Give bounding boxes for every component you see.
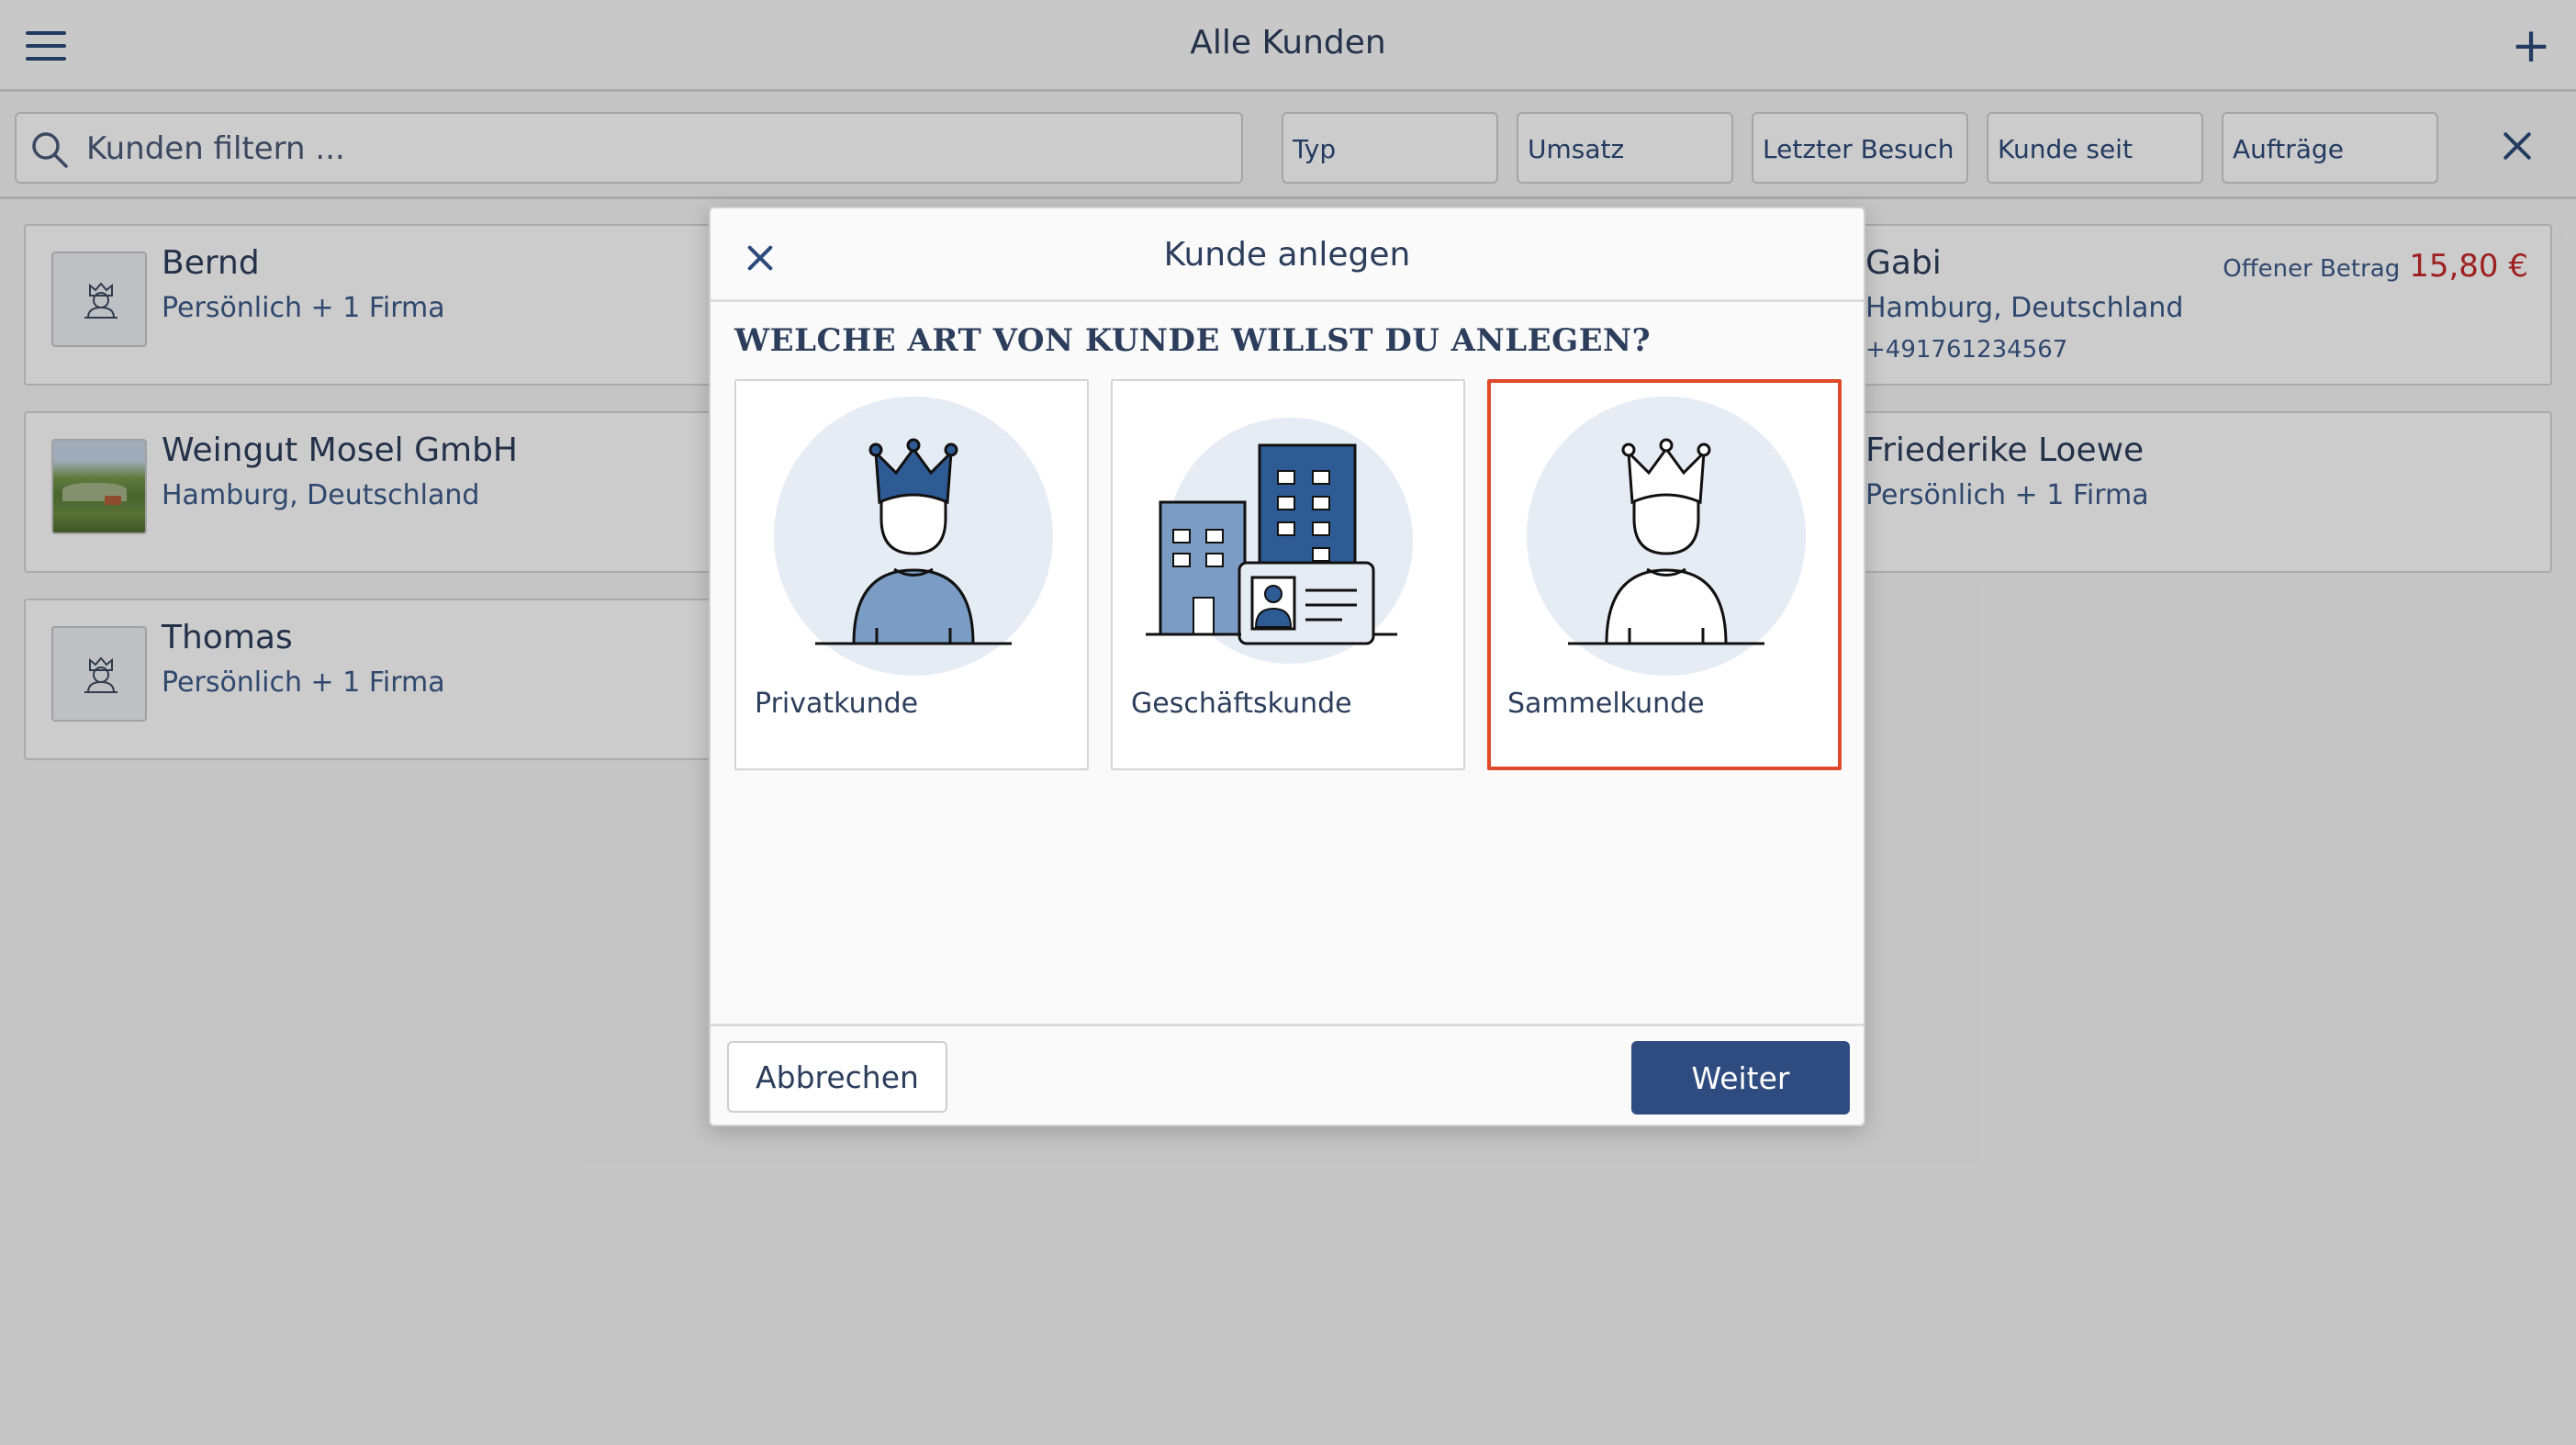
dialog-question: WELCHE ART VON KUNDE WILLST DU ANLEGEN? [734,322,1652,359]
dialog-header: Kunde anlegen [711,208,1864,302]
business-customer-icon [1146,418,1413,664]
option-label: Sammelkunde [1507,688,1705,720]
dialog-footer: Abbrechen Weiter [711,1024,1864,1125]
private-customer-icon [774,397,1053,676]
option-privatkunde[interactable]: Privatkunde [734,379,1089,770]
cancel-button[interactable]: Abbrechen [727,1041,947,1113]
next-button[interactable]: Weiter [1631,1041,1850,1115]
dialog-title: Kunde anlegen [1163,236,1411,274]
option-label: Privatkunde [755,688,919,720]
option-sammelkunde[interactable]: Sammelkunde [1487,379,1842,770]
option-label: Geschäftskunde [1131,688,1352,720]
option-geschaeftskunde[interactable]: Geschäftskunde [1111,379,1465,770]
create-customer-dialog: Kunde anlegen WELCHE ART VON KUNDE WILLS… [709,207,1865,1126]
collective-customer-icon [1527,397,1806,676]
